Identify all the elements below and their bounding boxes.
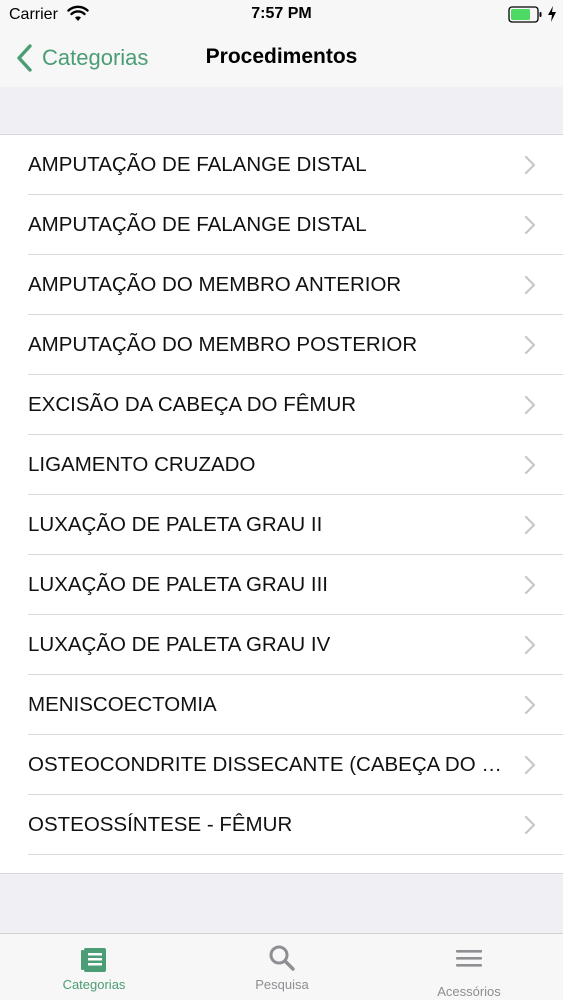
tab-acessorios[interactable]: Acessórios [375,934,563,1000]
menu-icon [455,944,483,977]
list-item[interactable]: LUXAÇÃO DE PALETA GRAU III [0,555,563,615]
page-title: Procedimentos [205,45,358,68]
chevron-right-icon [524,215,536,235]
chevron-right-icon [524,395,536,415]
list-item[interactable]: EXCISÃO DA CABEÇA DO FÊMUR [0,375,563,435]
chevron-right-icon [524,635,536,655]
procedure-list: AMPUTAÇÃO DE FALANGE DISTAL AMPUTAÇÃO DE … [0,135,563,873]
list-footer [0,873,563,933]
chevron-right-icon [524,815,536,835]
search-icon [268,944,296,977]
list-item[interactable]: LUXAÇÃO DE PALETA GRAU IV [0,615,563,675]
list-item[interactable]: AMPUTAÇÃO DO MEMBRO ANTERIOR [0,255,563,315]
chevron-right-icon [524,335,536,355]
list-item[interactable]: LIGAMENTO CRUZADO [0,435,563,495]
tab-label: Categorias [62,977,126,992]
navigation-bar: Categorias Procedimentos [0,30,563,87]
list-item-label: AMPUTAÇÃO DE FALANGE DISTAL [28,213,367,236]
chevron-right-icon [524,155,536,175]
list-item[interactable]: OSTEOSSÍNTESE - FÊMUR [0,795,563,855]
list-item-label: OSTEOSSÍNTESE - ÚMERO [28,855,503,873]
clock: 7:57 PM [251,5,312,22]
chevron-right-icon [524,275,536,295]
list-item-label: AMPUTAÇÃO DE FALANGE DISTAL [28,153,367,176]
list-item-label: MENISCOECTOMIA [28,693,217,716]
chevron-right-icon [524,515,536,535]
list-item-label: EXCISÃO DA CABEÇA DO FÊMUR [28,393,357,416]
tab-label: Acessórios [437,984,501,999]
list-item-label: OSTEOSSÍNTESE - FÊMUR [28,813,293,836]
status-bar: Carrier 7:57 PM [0,0,563,30]
list-item[interactable]: MENISCOECTOMIA [0,675,563,735]
chevron-right-icon [524,755,536,775]
list-item[interactable]: AMPUTAÇÃO DO MEMBRO POSTERIOR [0,315,563,375]
list-item-label: AMPUTAÇÃO DO MEMBRO POSTERIOR [28,333,418,356]
chevron-right-icon [524,575,536,595]
tab-categorias[interactable]: Categorias [0,934,188,1000]
list-item[interactable]: OSTEOCONDRITE DISSECANTE (CABEÇA DO ÚMER… [0,735,563,795]
tab-pesquisa[interactable]: Pesquisa [188,934,376,1000]
list-item-label: LUXAÇÃO DE PALETA GRAU II [28,513,323,536]
list-item-label: AMPUTAÇÃO DO MEMBRO ANTERIOR [28,273,402,296]
list-item[interactable]: OSTEOSSÍNTESE - ÚMERO [0,855,563,873]
list-book-icon [79,944,109,979]
charging-icon [547,5,557,28]
list-item-label: LIGAMENTO CRUZADO [28,453,256,476]
battery-icon [508,6,544,29]
list-item[interactable]: LUXAÇÃO DE PALETA GRAU II [0,495,563,555]
chevron-right-icon [524,695,536,715]
list-item-label: LUXAÇÃO DE PALETA GRAU III [28,573,328,596]
tab-label: Pesquisa [255,977,309,992]
tab-bar: Categorias Pesquisa Acessórios [0,933,563,1000]
list-item[interactable]: AMPUTAÇÃO DE FALANGE DISTAL [0,135,563,195]
list-item-label: OSTEOCONDRITE DISSECANTE (CABEÇA DO ÚMER… [28,753,503,776]
chevron-right-icon [524,455,536,475]
list-item[interactable]: AMPUTAÇÃO DE FALANGE DISTAL [0,195,563,255]
list-item-label: LUXAÇÃO DE PALETA GRAU IV [28,633,331,656]
section-header [0,87,563,135]
